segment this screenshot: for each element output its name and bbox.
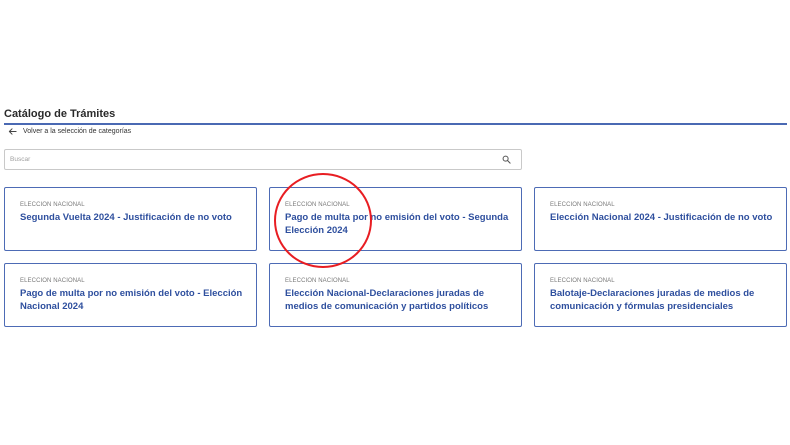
title-divider xyxy=(4,123,787,125)
card-category: ELECCION NACIONAL xyxy=(550,278,615,284)
card-category: ELECCION NACIONAL xyxy=(285,202,350,208)
back-link-label: Volver a la selección de categorías xyxy=(23,128,132,135)
tramite-card[interactable]: ELECCION NACIONAL Elección Nacional 2024… xyxy=(534,187,787,251)
card-title: Segunda Vuelta 2024 - Justificación de n… xyxy=(20,212,232,223)
card-title: Elección Nacional 2024 - Justificación d… xyxy=(550,212,773,223)
page-title: Catálogo de Trámites xyxy=(4,108,116,120)
search-box xyxy=(4,149,522,170)
card-title: Elección Nacional-Declaraciones juradas … xyxy=(285,288,489,312)
tramite-card[interactable]: ELECCION NACIONAL Elección Nacional-Decl… xyxy=(269,263,522,327)
card-title: Pago de multa por no emisión del voto - … xyxy=(20,288,243,312)
card-title: Pago de multa por no emisión del voto - … xyxy=(285,212,509,236)
card-category: ELECCION NACIONAL xyxy=(550,202,615,208)
tramite-card[interactable]: ELECCION NACIONAL Balotaje-Declaraciones… xyxy=(534,263,787,327)
card-category: ELECCION NACIONAL xyxy=(20,202,85,208)
tramite-card[interactable]: ELECCION NACIONAL Pago de multa por no e… xyxy=(4,263,257,327)
card-title: Balotaje-Declaraciones juradas de medios… xyxy=(550,288,755,312)
search-input[interactable] xyxy=(5,150,495,169)
search-icon[interactable] xyxy=(502,155,511,164)
back-to-categories-link[interactable]: Volver a la selección de categorías xyxy=(8,127,131,136)
tramite-card[interactable]: ELECCION NACIONAL Pago de multa por no e… xyxy=(269,187,522,251)
arrow-left-icon xyxy=(8,127,17,136)
card-category: ELECCION NACIONAL xyxy=(20,278,85,284)
tramite-card[interactable]: ELECCION NACIONAL Segunda Vuelta 2024 - … xyxy=(4,187,257,251)
card-category: ELECCION NACIONAL xyxy=(285,278,350,284)
